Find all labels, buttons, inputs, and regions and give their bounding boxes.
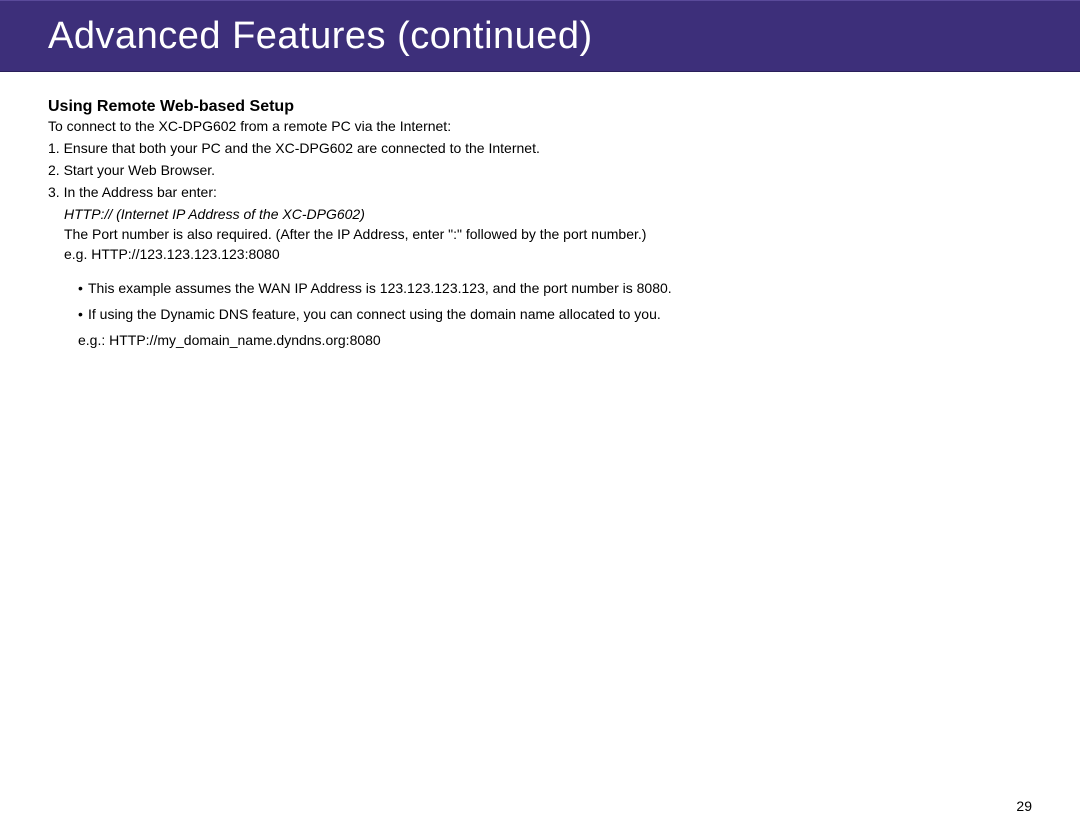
bullet-1-text: This example assumes the WAN IP Address … bbox=[88, 280, 672, 296]
page-title: Advanced Features (continued) bbox=[48, 15, 593, 58]
page-header: Advanced Features (continued) bbox=[0, 0, 1080, 72]
bullet-1: •This example assumes the WAN IP Address… bbox=[78, 280, 1032, 296]
intro-text: To connect to the XC-DPG602 from a remot… bbox=[48, 118, 1032, 134]
step-3-port-note: The Port number is also required. (After… bbox=[48, 226, 1032, 242]
step-3-example: e.g. HTTP://123.123.123.123:8080 bbox=[48, 246, 1032, 262]
page-content: Using Remote Web-based Setup To connect … bbox=[0, 72, 1080, 348]
step-1: 1. Ensure that both your PC and the XC-D… bbox=[48, 140, 1032, 156]
bullet-2: •If using the Dynamic DNS feature, you c… bbox=[78, 306, 1032, 322]
bullet-list: •This example assumes the WAN IP Address… bbox=[48, 280, 1032, 348]
step-3-address-format: HTTP:// (Internet IP Address of the XC-D… bbox=[48, 206, 1032, 222]
step-3: 3. In the Address bar enter: bbox=[48, 184, 1032, 200]
section-heading: Using Remote Web-based Setup bbox=[48, 98, 1032, 116]
bullet-2-example: e.g.: HTTP://my_domain_name.dyndns.org:8… bbox=[78, 332, 1032, 348]
page-number: 29 bbox=[1016, 798, 1032, 814]
bullet-2-text: If using the Dynamic DNS feature, you ca… bbox=[88, 306, 661, 322]
step-2: 2. Start your Web Browser. bbox=[48, 162, 1032, 178]
